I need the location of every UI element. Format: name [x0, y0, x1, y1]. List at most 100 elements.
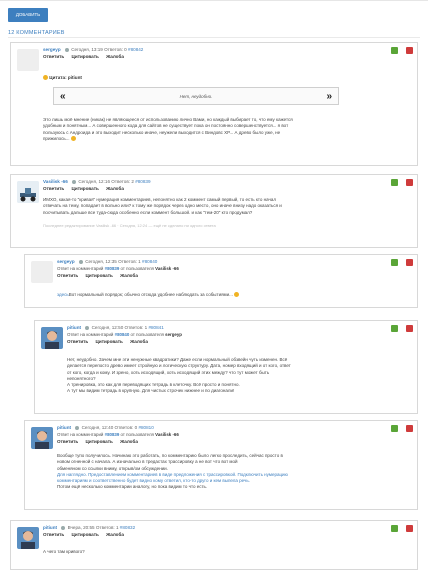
comments-count-heading: 12 КОММЕНТАРИЕВ — [8, 30, 65, 36]
thumbs-down-icon[interactable] — [406, 325, 413, 332]
clock-icon — [72, 179, 77, 184]
avatar[interactable] — [41, 327, 63, 349]
comment-reply: pitiunt Сегодня, 12:50 Ответов: 1 #80841… — [34, 320, 418, 414]
comment-reply: pitiunt Сегодня, 12:40 Ответов: 0 #80810… — [24, 420, 418, 510]
comment-body: Нет, неудобно. Зачем мне эти ненужные кв… — [67, 357, 291, 394]
clock-icon — [75, 425, 80, 430]
comment-author[interactable]: pitiunt — [57, 425, 71, 430]
comment-body: А чего там кривого? — [43, 549, 85, 554]
comment-number-link[interactable]: #80842 — [128, 47, 143, 52]
quote-link[interactable]: Цитировать — [72, 54, 99, 59]
comment-number-link[interactable]: #80839 — [135, 179, 150, 184]
quote-header: Цитата: pitiunt — [43, 75, 82, 81]
comment-meta: sergeyp Сегодня, 12:35 Ответов: 1 #80840 — [57, 259, 158, 264]
smiley-icon — [234, 292, 240, 298]
comment-body: ИМХО, какая-то "кривая" нумерация коммен… — [43, 197, 282, 215]
parent-author-link[interactable]: Vasilisk -66 — [155, 432, 179, 437]
quote-link[interactable]: Цитировать — [72, 186, 99, 191]
thumbs-down-icon[interactable] — [406, 179, 413, 186]
clock-icon — [64, 47, 69, 52]
vote-controls — [391, 47, 413, 54]
reply-to-line: Ответ на комментарий #80839 от пользоват… — [57, 266, 179, 271]
clock-icon — [85, 325, 90, 330]
quote-link[interactable]: Цитировать — [86, 273, 113, 278]
vote-controls — [391, 425, 413, 432]
comment-actions: Ответить Цитировать Жалоба — [67, 339, 154, 344]
thumbs-up-icon[interactable] — [391, 325, 398, 332]
quote-block: « Нет, неудобно. » — [53, 87, 339, 105]
quote-link[interactable]: Цитировать — [86, 439, 113, 444]
comment-meta: Vasilisk -66 Сегодня, 12:16 Ответов: 2 #… — [43, 179, 151, 184]
comments-divider — [8, 37, 420, 38]
smiley-icon — [43, 75, 48, 81]
parent-author-link[interactable]: sergeyp — [165, 332, 182, 337]
parent-author-link[interactable]: Vasilisk -66 — [155, 266, 179, 271]
comment-body: Это лишь моё мнение (никак) не являющеес… — [43, 117, 293, 142]
reply-link[interactable]: Ответить — [43, 532, 64, 537]
thumbs-down-icon[interactable] — [406, 425, 413, 432]
thumbs-up-icon[interactable] — [391, 525, 398, 532]
thumbs-up-icon[interactable] — [391, 425, 398, 432]
report-link[interactable]: Жалоба — [130, 339, 148, 344]
comment-actions: Ответить Цитировать Жалоба — [57, 273, 144, 278]
comment: Vasilisk -66 Сегодня, 12:16 Ответов: 2 #… — [10, 174, 418, 248]
edit-note: Последнее редактирование Vasilisk -66 · … — [43, 223, 216, 228]
reply-link[interactable]: Ответить — [43, 54, 64, 59]
parent-comment-link[interactable]: #80839 — [105, 432, 120, 437]
vote-controls — [391, 525, 413, 532]
thumbs-down-icon[interactable] — [406, 47, 413, 54]
smiley-icon — [70, 136, 76, 142]
parent-comment-link[interactable]: #80840 — [115, 332, 130, 337]
report-link[interactable]: Жалоба — [106, 54, 124, 59]
add-comment-button[interactable]: ДОБАВИТЬ — [8, 8, 48, 22]
reply-to-line: Ответ на комментарий #80839 от пользоват… — [57, 432, 179, 437]
thumbs-down-icon[interactable] — [406, 525, 413, 532]
quote-link[interactable]: Цитировать — [96, 339, 123, 344]
comment-author[interactable]: Vasilisk -66 — [43, 179, 68, 184]
comment-body: Вообще тупо получилось. Начинаю это рабо… — [57, 453, 288, 490]
comment: sergeyp Сегодня, 13:19 Ответов: 0 #80842… — [10, 42, 418, 166]
reply-link[interactable]: Ответить — [67, 339, 88, 344]
top-divider — [0, 0, 428, 1]
comment-actions: Ответить Цитировать Жалоба — [43, 54, 130, 59]
clock-icon — [78, 259, 83, 264]
reply-link[interactable]: Ответить — [43, 186, 64, 191]
comment-number-link[interactable]: #80841 — [148, 325, 163, 330]
comment-number-link[interactable]: #80832 — [120, 525, 135, 530]
thumbs-up-icon[interactable] — [391, 259, 398, 266]
comment-body: здесьВот нормальный порядок; обычно отсю… — [57, 292, 397, 298]
avatar[interactable] — [17, 49, 39, 71]
quote-close-icon: » — [326, 91, 332, 102]
thumbs-up-icon[interactable] — [391, 179, 398, 186]
avatar[interactable] — [17, 527, 39, 549]
comment-author[interactable]: sergeyp — [57, 259, 75, 264]
report-link[interactable]: Жалоба — [120, 273, 138, 278]
reply-to-line: Ответ на комментарий #80840 от пользоват… — [67, 332, 182, 337]
comment-actions: Ответить Цитировать Жалоба — [57, 439, 144, 444]
avatar[interactable] — [17, 181, 39, 203]
comment-reply: sergeyp Сегодня, 12:35 Ответов: 1 #80840… — [24, 254, 418, 308]
reply-link[interactable]: Ответить — [57, 439, 78, 444]
thumbs-down-icon[interactable] — [406, 259, 413, 266]
comment-author[interactable]: pitiunt — [43, 525, 57, 530]
report-link[interactable]: Жалоба — [106, 186, 124, 191]
vote-controls — [391, 325, 413, 332]
quote-link[interactable]: Цитировать — [72, 532, 99, 537]
thumbs-up-icon[interactable] — [391, 47, 398, 54]
comment-meta: pitiunt Сегодня, 12:50 Ответов: 1 #80841 — [67, 325, 164, 330]
comment-number-link[interactable]: #80840 — [142, 259, 157, 264]
report-link[interactable]: Жалоба — [106, 532, 124, 537]
quote-text: Нет, неудобно. — [179, 94, 213, 99]
clock-icon — [61, 525, 66, 530]
comment-link[interactable]: здесь — [57, 292, 69, 297]
parent-comment-link[interactable]: #80839 — [105, 266, 120, 271]
reply-link[interactable]: Ответить — [57, 273, 78, 278]
avatar[interactable] — [31, 261, 53, 283]
report-link[interactable]: Жалоба — [120, 439, 138, 444]
avatar[interactable] — [31, 427, 53, 449]
comment-author[interactable]: sergeyp — [43, 47, 61, 52]
comment-number-link[interactable]: #80810 — [138, 425, 153, 430]
comment-author[interactable]: pitiunt — [67, 325, 81, 330]
vote-controls — [391, 179, 413, 186]
comment-meta: pitiunt Сегодня, 12:40 Ответов: 0 #80810 — [57, 425, 154, 430]
